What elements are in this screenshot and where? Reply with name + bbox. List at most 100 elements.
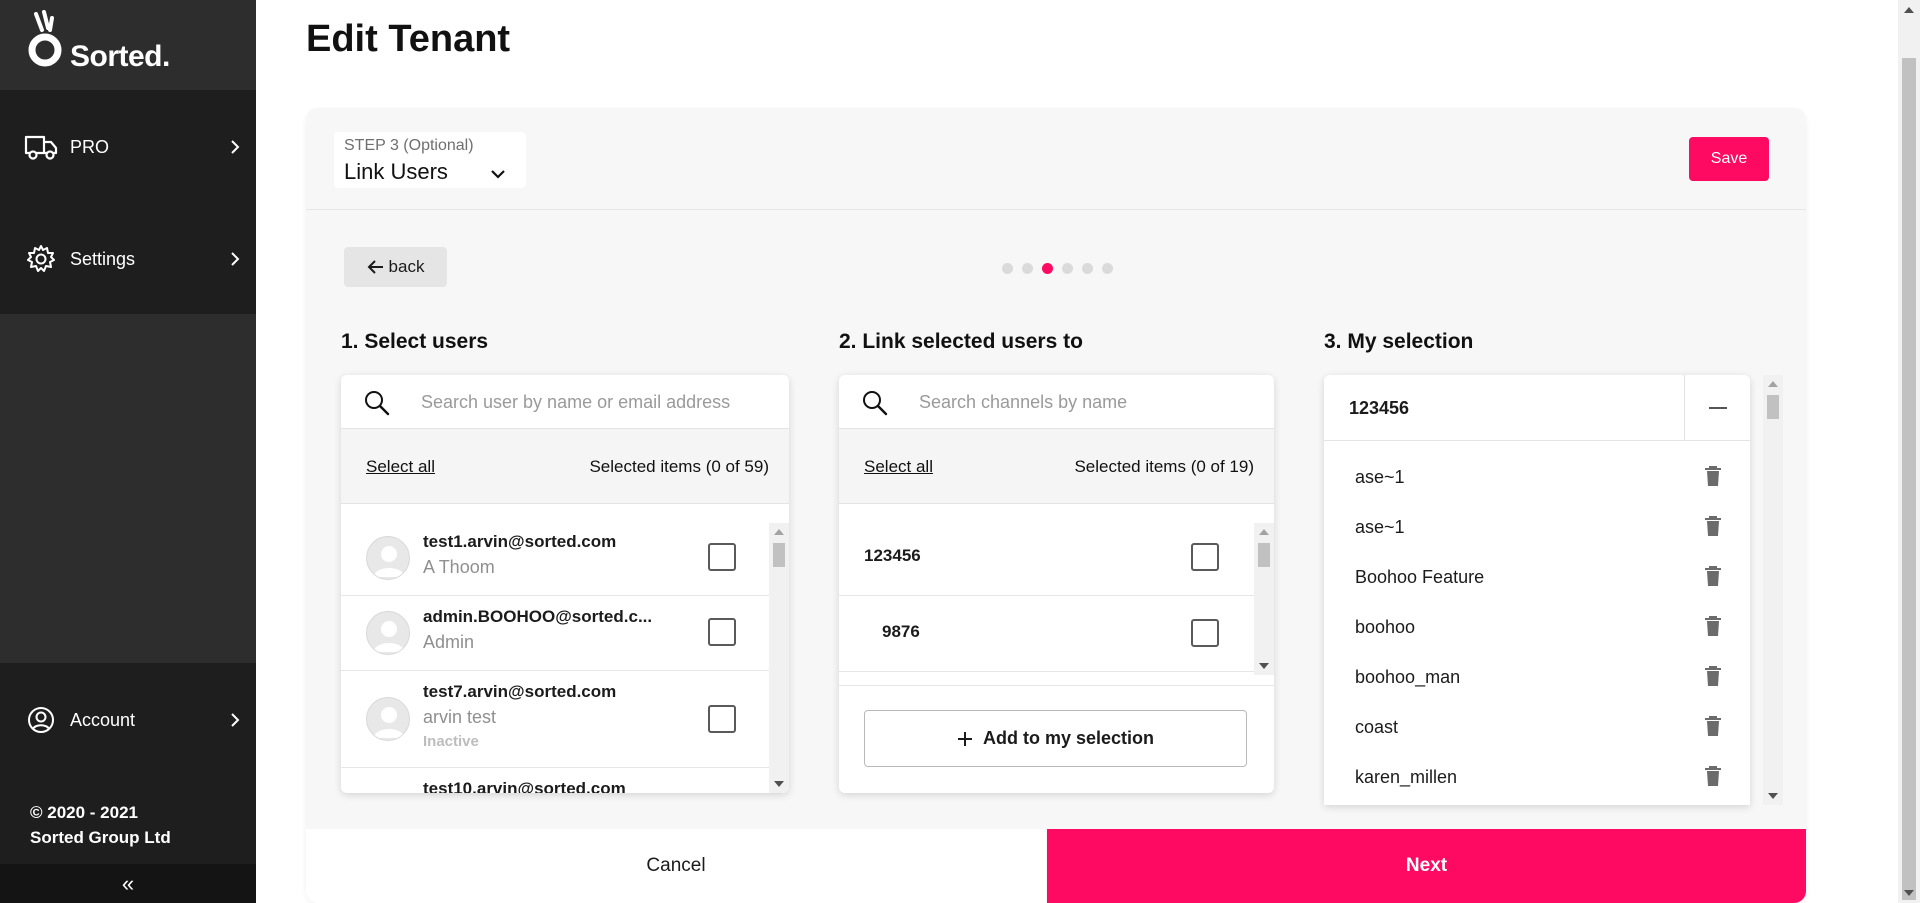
page-scrollbar[interactable] <box>1898 0 1920 903</box>
sidebar-item-account[interactable]: Account <box>0 692 256 748</box>
trash-icon[interactable] <box>1704 615 1722 637</box>
scroll-down-arrow-icon[interactable] <box>1768 793 1778 799</box>
scroll-up-arrow-icon[interactable] <box>774 529 784 535</box>
channel-checkbox[interactable] <box>1191 619 1219 647</box>
sidebar-item-label: Account <box>70 709 136 730</box>
user-status-badge: Inactive <box>423 733 479 750</box>
gear-icon <box>24 244 58 274</box>
chevron-down-icon <box>491 170 505 179</box>
channels-select-all-link[interactable]: Select all <box>864 457 933 477</box>
selection-item-label: ase~1 <box>1355 517 1405 537</box>
scroll-thumb[interactable] <box>1902 58 1916 900</box>
channel-label: 9876 <box>882 622 920 641</box>
collapse-group-button[interactable] <box>1684 375 1750 441</box>
progress-dot <box>1082 263 1093 274</box>
trash-icon[interactable] <box>1704 465 1722 487</box>
users-search-input[interactable] <box>421 387 769 417</box>
scroll-up-arrow-icon[interactable] <box>1768 381 1778 387</box>
selection-item: ase~1 <box>1324 452 1750 502</box>
save-button[interactable]: Save <box>1689 137 1769 181</box>
step-name: Link Users <box>344 159 448 184</box>
progress-dot <box>1062 263 1073 274</box>
scroll-down-arrow-icon[interactable] <box>774 781 784 787</box>
user-checkbox[interactable] <box>708 618 736 646</box>
chevron-right-icon <box>231 252 240 266</box>
step-selector[interactable]: STEP 3 (Optional) Link Users <box>334 132 526 188</box>
user-checkbox[interactable] <box>708 705 736 733</box>
sidebar: Sorted. PRO Settings Account © 2020 - 20… <box>0 0 256 903</box>
user-name: A Thoom <box>423 557 495 577</box>
user-row[interactable]: admin.BOOHOO@sorted.c... Admin <box>341 596 769 671</box>
users-select-all-link[interactable]: Select all <box>366 457 435 477</box>
trash-icon[interactable] <box>1704 715 1722 737</box>
progress-dot-active <box>1042 263 1053 274</box>
user-row[interactable]: test1.arvin@sorted.com A Thoom <box>341 520 769 596</box>
next-button[interactable]: Next <box>1047 829 1806 903</box>
trash-icon[interactable] <box>1704 515 1722 537</box>
selection-item-label: boohoo_man <box>1355 667 1461 687</box>
selection-item-label: ase~1 <box>1355 467 1405 487</box>
trash-icon[interactable] <box>1704 765 1722 787</box>
sidebar-item-settings[interactable]: Settings <box>0 231 256 287</box>
truck-icon <box>24 132 58 162</box>
selection-column-title: 3. My selection <box>1324 330 1474 353</box>
scroll-up-arrow-icon[interactable] <box>1904 7 1914 13</box>
channels-selection-bar: Select all Selected items (0 of 19) <box>839 429 1274 504</box>
header-divider <box>306 209 1806 210</box>
scroll-down-arrow-icon[interactable] <box>1259 663 1269 669</box>
back-button[interactable]: back <box>344 247 447 287</box>
search-icon <box>365 391 390 416</box>
scroll-thumb[interactable] <box>773 543 785 567</box>
sorted-logo[interactable]: Sorted. <box>0 0 256 90</box>
list-divider <box>839 685 1274 686</box>
selection-item-label: Boohoo Feature <box>1355 567 1485 587</box>
channels-list-scrollbar[interactable] <box>1254 523 1274 675</box>
copyright: © 2020 - 2021 Sorted Group Ltd <box>30 800 171 850</box>
double-chevron-left-icon: « <box>121 870 135 896</box>
user-email: test10.arvin@sorted.com <box>423 779 626 793</box>
user-row[interactable]: test10.arvin@sorted.com <box>341 768 769 793</box>
add-to-selection-button[interactable]: Add to my selection <box>864 710 1247 767</box>
avatar <box>366 697 410 741</box>
users-selection-bar: Select all Selected items (0 of 59) <box>341 429 789 504</box>
scroll-thumb[interactable] <box>1258 543 1270 567</box>
user-name: Admin <box>423 632 475 652</box>
user-row[interactable]: test7.arvin@sorted.com arvin test Inacti… <box>341 671 769 768</box>
channel-row[interactable]: 9876 <box>839 596 1254 672</box>
copyright-years: © 2020 - 2021 <box>30 803 138 822</box>
channels-list: 123456 9876 <box>839 520 1254 672</box>
selection-item-label: boohoo <box>1355 617 1416 637</box>
channels-selected-count: Selected items (0 of 19) <box>1074 457 1254 476</box>
selection-list: ase~1 ase~1 Boohoo Feature boohoo boohoo… <box>1324 452 1750 805</box>
user-email: test7.arvin@sorted.com <box>423 682 617 701</box>
collapse-sidebar-button[interactable]: « <box>0 864 256 903</box>
cancel-button[interactable]: Cancel <box>306 829 1046 903</box>
sidebar-nav: PRO Settings <box>0 90 256 314</box>
step-number: STEP 3 (Optional) <box>344 137 474 154</box>
avatar <box>366 611 410 655</box>
selection-item: coast <box>1324 702 1750 752</box>
scroll-down-arrow-icon[interactable] <box>1904 890 1914 896</box>
sidebar-item-pro[interactable]: PRO <box>0 119 256 175</box>
scroll-thumb[interactable] <box>1767 395 1779 419</box>
channel-checkbox[interactable] <box>1191 543 1219 571</box>
selection-panel: 123456 ase~1 ase~1 Boohoo Feature boohoo… <box>1324 375 1750 805</box>
trash-icon[interactable] <box>1704 565 1722 587</box>
selection-scrollbar[interactable] <box>1763 375 1783 805</box>
channel-label: 123456 <box>864 546 921 565</box>
selection-item: boohoo_man <box>1324 652 1750 702</box>
brand-name: Sorted. <box>70 40 170 73</box>
channels-search-input[interactable] <box>919 387 1254 417</box>
sorted-logo-mark-icon <box>28 10 62 67</box>
channel-row[interactable]: 123456 <box>839 520 1254 596</box>
selection-item: Boohoo Feature <box>1324 552 1750 602</box>
user-circle-icon <box>24 705 58 735</box>
users-list-scrollbar[interactable] <box>769 523 789 793</box>
user-name: arvin test <box>423 707 497 727</box>
trash-icon[interactable] <box>1704 665 1722 687</box>
chevron-right-icon <box>231 713 240 727</box>
user-checkbox[interactable] <box>708 543 736 571</box>
channels-panel: Select all Selected items (0 of 19) 1234… <box>839 375 1274 793</box>
scroll-up-arrow-icon[interactable] <box>1259 529 1269 535</box>
users-panel: Select all Selected items (0 of 59) test… <box>341 375 789 793</box>
